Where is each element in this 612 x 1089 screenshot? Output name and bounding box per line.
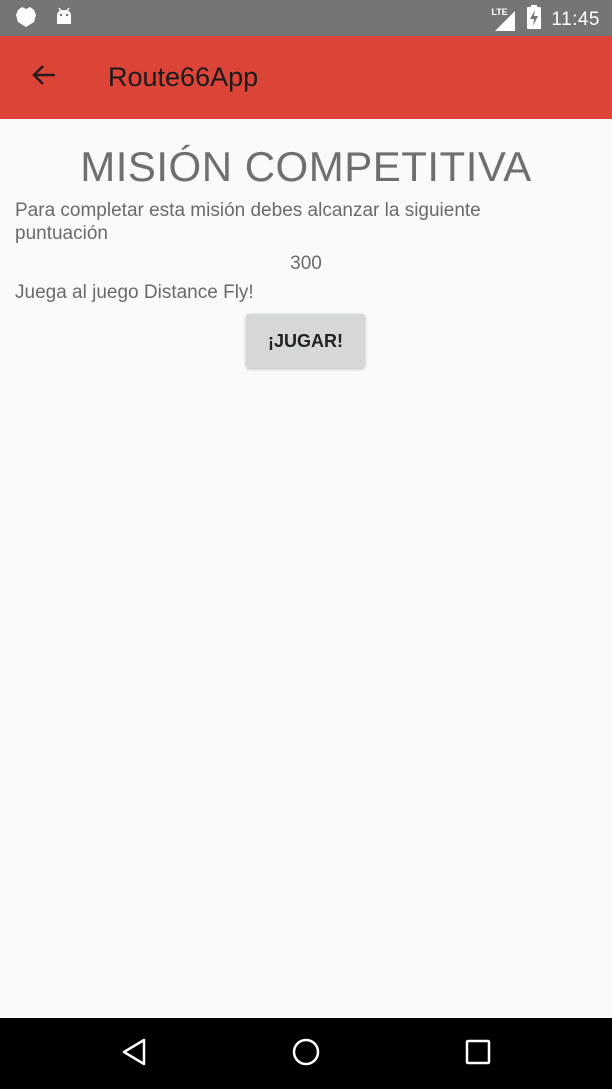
notification-shield-icon [14, 6, 38, 33]
status-indicators: LTE 11:45 [491, 5, 600, 34]
recents-square-icon [465, 1039, 491, 1070]
app-title: Route66App [108, 62, 259, 92]
back-button[interactable] [22, 55, 66, 99]
back-triangle-icon [120, 1037, 148, 1072]
target-score: 300 [290, 253, 322, 274]
home-circle-icon [291, 1037, 321, 1072]
game-hint: Juega al juego Distance Fly! [15, 282, 254, 303]
status-notifications [14, 6, 74, 33]
mission-instructions: Para completar esta misión debes alcanza… [15, 200, 481, 244]
status-bar: LTE 11:45 [0, 0, 612, 36]
nav-home-button[interactable] [284, 1034, 328, 1074]
arrow-back-icon [30, 61, 58, 94]
play-button[interactable]: ¡JUGAR! [246, 314, 365, 368]
signal-icon: LTE [491, 7, 517, 33]
mission-title: MISIÓN COMPETITIVA [80, 143, 532, 190]
system-nav-bar [0, 1018, 612, 1089]
status-time: 11:45 [551, 8, 600, 30]
nav-back-button[interactable] [112, 1034, 156, 1074]
android-notification-icon [54, 7, 74, 32]
nav-recents-button[interactable] [456, 1034, 500, 1074]
battery-charging-icon [527, 5, 542, 34]
app-bar: Route66App [0, 36, 612, 119]
